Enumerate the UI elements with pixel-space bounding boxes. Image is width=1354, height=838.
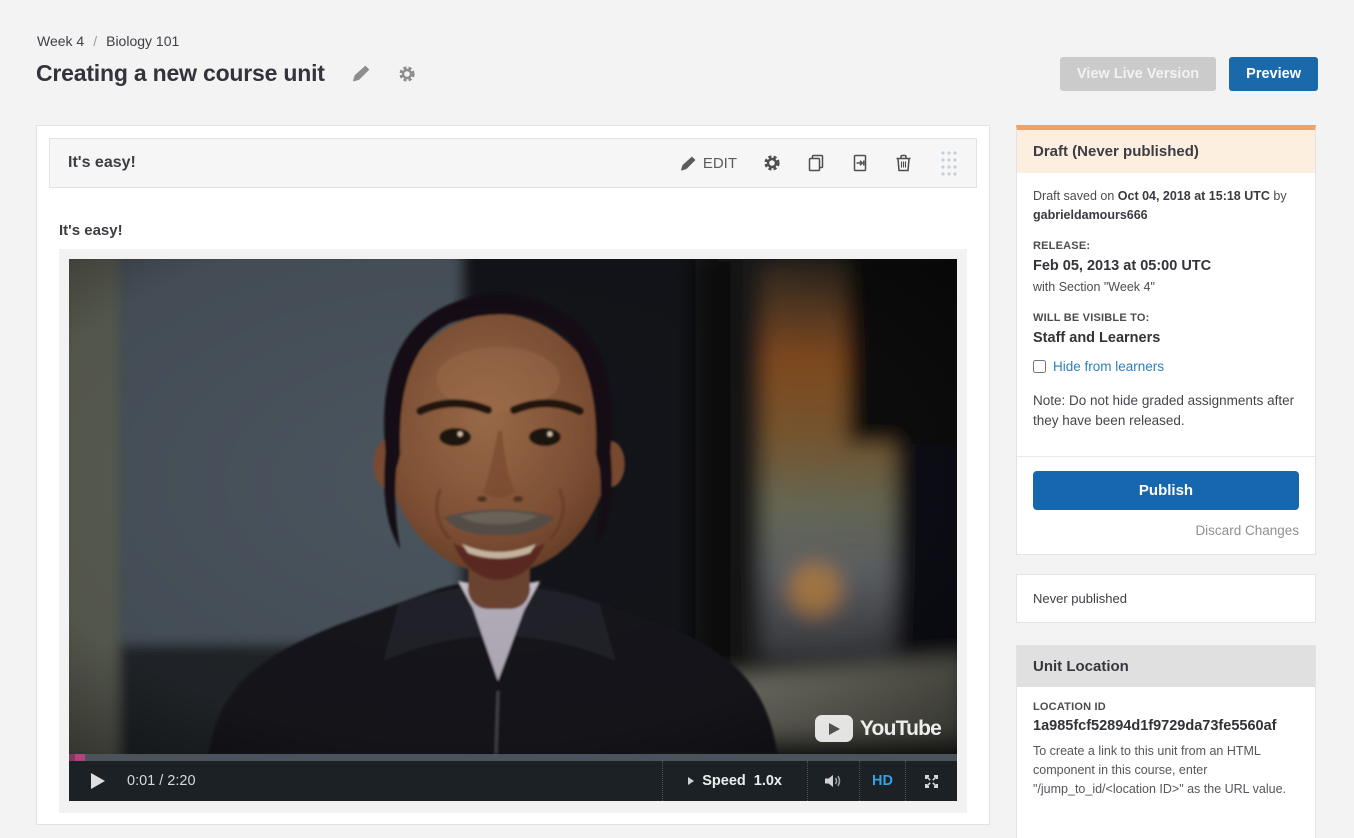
draft-status-body: Draft saved on Oct 04, 2018 at 15:18 UTC… bbox=[1017, 173, 1315, 442]
progress-handle[interactable] bbox=[75, 754, 85, 761]
release-section: with Section "Week 4" bbox=[1033, 279, 1155, 294]
draft-saved-date: Oct 04, 2018 at 15:18 UTC bbox=[1117, 189, 1270, 203]
video-progress-bar[interactable] bbox=[69, 754, 957, 761]
page-title-row: Creating a new course unit bbox=[36, 60, 416, 87]
component-actions: EDIT bbox=[680, 149, 958, 177]
time-display: 0:01 / 2:20 bbox=[127, 773, 196, 789]
draft-status-box: Draft (Never published) Draft saved on O… bbox=[1016, 125, 1316, 556]
edit-button-label: EDIT bbox=[702, 154, 737, 172]
unit-location-title: Unit Location bbox=[1017, 646, 1315, 688]
pencil-icon bbox=[680, 156, 696, 170]
header-actions: View Live Version Preview bbox=[1059, 57, 1318, 91]
edit-button[interactable]: EDIT bbox=[680, 154, 737, 172]
component-title: It's easy! bbox=[68, 154, 136, 171]
edit-title-pencil-icon[interactable] bbox=[352, 65, 370, 82]
draft-saved-connector: by bbox=[1269, 189, 1287, 203]
youtube-logo-icon bbox=[814, 715, 853, 742]
speed-chevron-icon bbox=[688, 777, 695, 785]
publish-area: Publish Discard Changes bbox=[1017, 456, 1315, 554]
volume-button[interactable] bbox=[807, 761, 859, 801]
draft-status-title: Draft (Never published) bbox=[1017, 130, 1315, 173]
unit-location-box: Unit Location LOCATION ID 1a985fcf52894d… bbox=[1016, 645, 1316, 838]
fullscreen-button[interactable] bbox=[905, 761, 957, 801]
speed-control[interactable]: Speed 1.0x bbox=[662, 761, 807, 801]
fullscreen-icon bbox=[925, 774, 938, 788]
play-button[interactable] bbox=[69, 761, 127, 801]
breadcrumb: Week 4 / Biology 101 bbox=[37, 33, 179, 49]
component-settings-gear-icon[interactable] bbox=[763, 154, 781, 172]
speed-label: Speed bbox=[702, 773, 746, 789]
discard-changes-link[interactable]: Discard Changes bbox=[1033, 523, 1299, 538]
visibility-label: WILL BE VISIBLE TO: bbox=[1033, 311, 1150, 324]
hide-from-learners-row[interactable]: Hide from learners bbox=[1033, 357, 1299, 377]
published-status-box: Never published bbox=[1016, 574, 1316, 624]
move-icon[interactable] bbox=[851, 154, 869, 172]
component-body: It's easy! YouTube 0:01 / 2:20 Speed 1.0… bbox=[37, 200, 989, 813]
youtube-logo-text: YouTube bbox=[859, 716, 942, 740]
draft-saved-user: gabrieldamours666 bbox=[1033, 207, 1148, 222]
video-still-image bbox=[69, 259, 957, 754]
hd-toggle[interactable]: HD bbox=[859, 761, 905, 801]
video-display-name: It's easy! bbox=[59, 222, 123, 239]
play-icon bbox=[91, 773, 105, 789]
unit-settings-gear-icon[interactable] bbox=[398, 65, 416, 83]
view-live-version-button[interactable]: View Live Version bbox=[1059, 57, 1217, 91]
hide-from-learners-label: Hide from learners bbox=[1053, 358, 1165, 374]
breadcrumb-separator: / bbox=[93, 33, 98, 49]
release-label: RELEASE: bbox=[1033, 239, 1091, 252]
breadcrumb-section-link[interactable]: Week 4 bbox=[37, 33, 84, 49]
location-id-label: LOCATION ID bbox=[1033, 701, 1106, 714]
hide-from-learners-checkbox[interactable] bbox=[1033, 360, 1046, 374]
video-controls: 0:01 / 2:20 Speed 1.0x HD bbox=[69, 761, 957, 801]
component-header: It's easy! EDIT bbox=[49, 138, 977, 188]
youtube-watermark[interactable]: YouTube bbox=[814, 715, 942, 742]
speed-value: 1.0x bbox=[753, 773, 782, 789]
video-player: YouTube 0:01 / 2:20 Speed 1.0x HD bbox=[59, 249, 967, 813]
controls-right: Speed 1.0x HD bbox=[662, 761, 957, 801]
hd-label: HD bbox=[872, 773, 893, 789]
video-frame[interactable]: YouTube bbox=[69, 259, 957, 754]
breadcrumb-subsection-link[interactable]: Biology 101 bbox=[106, 33, 179, 49]
draft-saved-line: Draft saved on Oct 04, 2018 at 15:18 UTC… bbox=[1033, 187, 1299, 225]
delete-trash-icon[interactable] bbox=[895, 154, 912, 172]
drag-handle[interactable] bbox=[940, 149, 958, 177]
preview-button[interactable]: Preview bbox=[1229, 57, 1318, 91]
unit-location-body: LOCATION ID 1a985fcf52894d1f9729da73fe55… bbox=[1017, 687, 1315, 838]
draft-saved-prefix: Draft saved on bbox=[1033, 189, 1118, 203]
visibility-value: Staff and Learners bbox=[1033, 330, 1161, 346]
location-id-value: 1a985fcf52894d1f9729da73fe5560af bbox=[1033, 718, 1277, 735]
duplicate-icon[interactable] bbox=[807, 154, 825, 172]
publish-sidebar: Draft (Never published) Draft saved on O… bbox=[1016, 125, 1316, 838]
volume-icon bbox=[825, 775, 841, 787]
published-status-text: Never published bbox=[1033, 591, 1127, 607]
location-help-text: To create a link to this unit from an HT… bbox=[1033, 744, 1286, 796]
page-title: Creating a new course unit bbox=[36, 60, 325, 86]
unit-content-container: It's easy! EDIT It's easy! YouTube 0:01 … bbox=[36, 125, 990, 825]
publish-button[interactable]: Publish bbox=[1033, 471, 1299, 511]
graded-assignments-note: Note: Do not hide graded assignments aft… bbox=[1033, 393, 1295, 428]
release-date: Feb 05, 2013 at 05:00 UTC bbox=[1033, 258, 1212, 274]
